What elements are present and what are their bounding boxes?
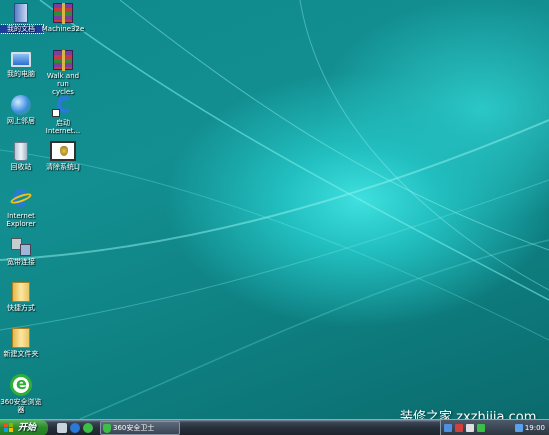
- icon-label: 360安全浏览 器: [0, 398, 42, 414]
- task-label: 360安全卫士: [113, 424, 155, 432]
- icon-label: 我的文档: [0, 24, 44, 34]
- desktop-icon-network[interactable]: 网上邻居: [0, 95, 43, 125]
- start-button[interactable]: 开始: [0, 420, 48, 435]
- network-globe-icon: [11, 95, 31, 115]
- desktop-icon-recycle-bin[interactable]: 回收站: [0, 141, 43, 171]
- system-tray: 19:00: [440, 420, 549, 435]
- icon-label: Machine32e: [41, 25, 85, 33]
- system-cleanup-icon: [50, 141, 76, 161]
- tray-volume-icon[interactable]: [466, 424, 474, 432]
- desktop-icon-launch-ie[interactable]: 启动 Internet...: [41, 95, 85, 135]
- clock[interactable]: 19:00: [525, 420, 545, 435]
- 360-safeguard-shield-icon: [103, 424, 111, 433]
- tray-input-method-icon[interactable]: [515, 424, 523, 432]
- desktop-icon-360-browser[interactable]: 360安全浏览 器: [0, 374, 43, 414]
- icon-label: 启动 Internet...: [45, 119, 81, 135]
- winrar-archive-icon: [53, 50, 73, 71]
- icon-label: 快捷方式: [7, 304, 35, 312]
- desktop-icon-broadband[interactable]: 宽带连接: [0, 236, 43, 266]
- tray-security-icon[interactable]: [455, 424, 463, 432]
- quicklaunch-show-desktop-icon[interactable]: [57, 423, 67, 433]
- computer-icon: [11, 52, 31, 67]
- icon-label: 宽带连接: [7, 258, 35, 266]
- internet-explorer-shortcut-icon: [52, 95, 74, 117]
- tray-360-icon[interactable]: [477, 424, 485, 432]
- recycle-bin-icon: [14, 142, 28, 161]
- quicklaunch-ie-icon[interactable]: [70, 423, 80, 433]
- desktop-icon-my-documents[interactable]: 我的文档: [0, 3, 44, 34]
- internet-explorer-icon: [9, 188, 33, 210]
- desktop-icon-internet-explorer[interactable]: Internet Explorer: [0, 188, 43, 228]
- desktop-icon-walk-and-run[interactable]: Walk and run cycles: [41, 50, 85, 96]
- desktop-icon-machine32e[interactable]: Machine32e: [41, 3, 85, 33]
- desktop-icon-new-folder[interactable]: 新建文件夹: [0, 328, 43, 358]
- quicklaunch-360-icon[interactable]: [83, 423, 93, 433]
- documents-icon: [14, 3, 28, 23]
- windows-logo-icon: [4, 423, 14, 433]
- icon-label: Internet Explorer: [6, 212, 36, 228]
- winrar-archive-icon: [53, 3, 73, 24]
- tray-network-icon[interactable]: [444, 424, 452, 432]
- taskbar-item-360-safeguard[interactable]: 360安全卫士: [100, 421, 180, 435]
- icon-label: 网上邻居: [7, 117, 35, 125]
- desktop-icon-shortcuts[interactable]: 快捷方式: [0, 282, 43, 312]
- folder-icon: [12, 282, 30, 302]
- taskbar: 开始 360安全卫士 19:00: [0, 419, 549, 435]
- icon-label: 新建文件夹: [3, 350, 39, 358]
- network-connection-icon: [11, 236, 31, 256]
- 360-browser-icon: [10, 374, 32, 396]
- desktop-icon-system-cleanup[interactable]: 清除系统LJ: [41, 141, 85, 171]
- desktop-icon-my-computer[interactable]: 我的电脑: [0, 50, 43, 78]
- desktop[interactable]: 我的文档 我的电脑 网上邻居 回收站 Internet Explorer 宽带连…: [0, 0, 549, 419]
- folder-icon: [12, 328, 30, 348]
- start-label: 开始: [18, 423, 37, 433]
- icon-label: 清除系统LJ: [46, 163, 80, 171]
- icon-label: Walk and run cycles: [46, 72, 80, 96]
- icon-label: 我的电脑: [7, 70, 35, 78]
- icon-label: 回收站: [10, 163, 32, 171]
